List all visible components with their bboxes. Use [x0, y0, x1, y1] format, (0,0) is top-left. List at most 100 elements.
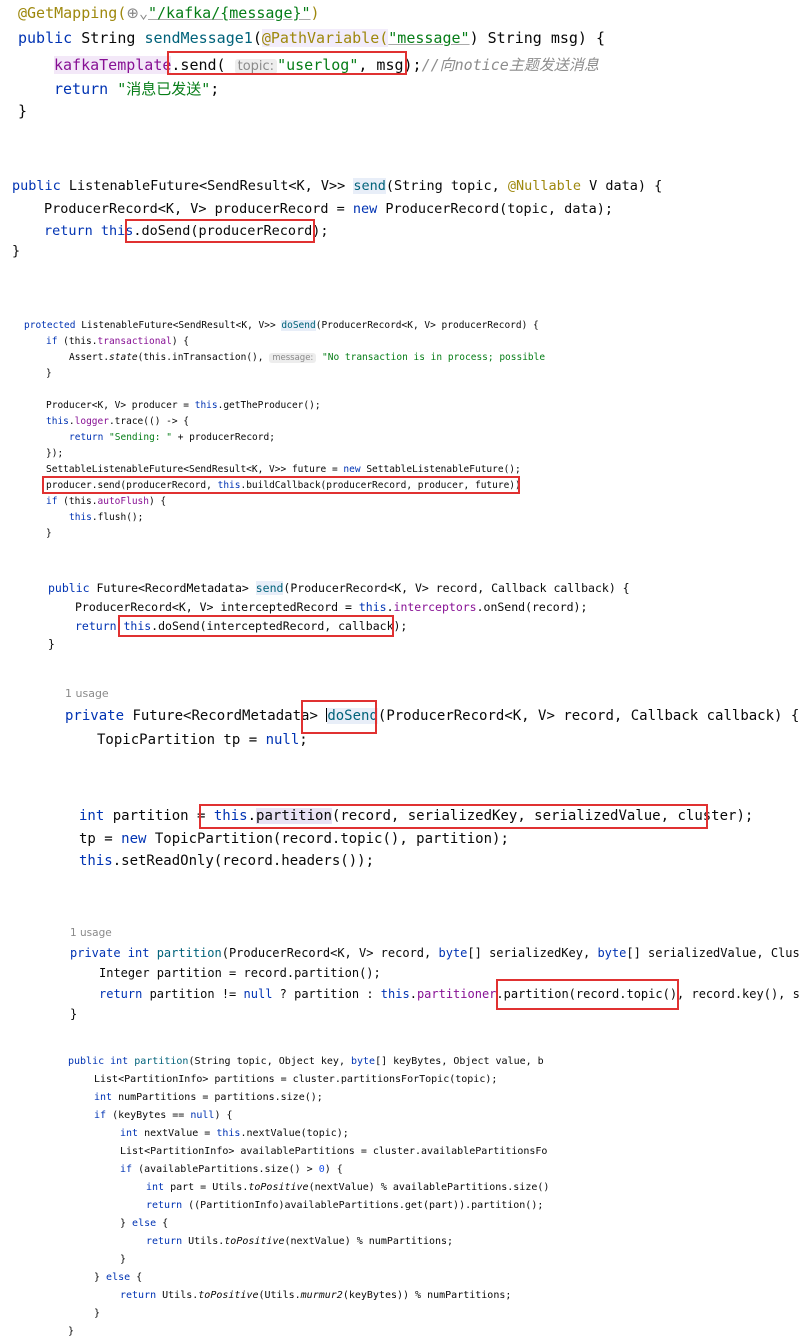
usage-count[interactable]: 1 usage [65, 687, 109, 700]
code-text: ? partition : [272, 987, 381, 1001]
field: autoFlush [97, 496, 149, 507]
code-line: public int partition(String topic, Objec… [68, 1056, 544, 1067]
keyword: int [120, 1128, 139, 1139]
static-method: state [109, 352, 138, 363]
snippet-send-message-controller: @GetMapping(⊕⌄"/kafka/{message}") public… [0, 0, 800, 130]
code-line: ProducerRecord<K, V> interceptedRecord =… [75, 600, 587, 614]
keyword: return [120, 1290, 157, 1301]
keyword: null [265, 732, 300, 748]
code-text: [] serializedKey, [467, 946, 598, 960]
code-line: return "消息已发送"; [54, 78, 219, 99]
snippet-default-partitioner: public int partition(String topic, Objec… [0, 1050, 800, 1344]
keyword: if [94, 1110, 107, 1121]
keyword: public int [68, 1056, 129, 1067]
code-text: tp = [79, 831, 122, 847]
string-literal: "Sending: " [103, 432, 172, 443]
method-name: send [353, 178, 386, 194]
code-line: return Utils.toPositive(nextValue) % num… [146, 1236, 453, 1247]
code-text: part = Utils. [164, 1182, 249, 1193]
code-text: .flush(); [91, 512, 144, 523]
code-text: V data) { [580, 178, 663, 194]
keyword-this: this [216, 1128, 241, 1139]
code-text: .nextValue(topic); [240, 1128, 349, 1139]
code-text: ) { [214, 1110, 233, 1121]
keyword: return [44, 223, 93, 239]
code-text: (keyBytes)) % numPartitions; [342, 1290, 512, 1301]
code-text: + producerRecord; [171, 432, 275, 443]
code-text: (String topic, [385, 178, 508, 194]
code-text: (ProducerRecord<K, V> record, Callback c… [377, 708, 800, 724]
method-name: doSend [281, 320, 316, 331]
code-line: ProducerRecord<K, V> producerRecord = ne… [44, 201, 613, 217]
code-text: } [94, 1272, 107, 1283]
return-type: Future<RecordMetadata> [124, 708, 327, 724]
code-line: protected ListenableFuture<SendResult<K,… [24, 320, 539, 331]
method-name: sendMessage1 [144, 29, 253, 47]
code-text: ProducerRecord<K, V> interceptedRecord = [75, 600, 359, 614]
code-line: } [68, 1326, 74, 1337]
keyword-this: this [69, 512, 92, 523]
code-line: return ((PartitionInfo)availablePartitio… [146, 1200, 543, 1211]
keyword-this: this [380, 987, 410, 1001]
brace: } [46, 528, 52, 539]
code-text: TopicPartition(record.topic(), partition… [146, 831, 509, 847]
highlight-box [167, 51, 407, 75]
keyword: return [146, 1200, 183, 1211]
field: logger [74, 416, 109, 427]
code-line: }); [46, 448, 63, 459]
code-text: .getTheProducer(); [217, 400, 321, 411]
string-literal: "No transaction is in process; possible [316, 352, 546, 363]
code-text: List<PartitionInfo> availablePartitions … [120, 1146, 548, 1157]
annotation-getmapping: @GetMapping( [18, 4, 127, 22]
code-line: } else { [94, 1272, 142, 1283]
code-line: if (this.transactional) { [46, 336, 189, 347]
code-line: Assert.state(this.inTransaction(), messa… [69, 352, 545, 363]
keyword-this: this [194, 400, 218, 411]
code-line: this.setReadOnly(record.headers()); [79, 853, 374, 869]
field: partitioner [416, 987, 497, 1001]
code-line: if (keyBytes == null) { [94, 1110, 233, 1121]
return-type: ListenableFuture<SendResult<K, V>> [75, 320, 282, 331]
code-text: (availablePartitions.size() > [132, 1164, 319, 1175]
code-line: } else { [120, 1218, 168, 1229]
field-kafka-template: kafkaTemplate [54, 56, 172, 74]
code-line: int part = Utils.toPositive(nextValue) %… [146, 1182, 549, 1193]
usage-count[interactable]: 1 usage [70, 927, 112, 939]
keyword: return [99, 987, 143, 1001]
code-text: ((PartitionInfo)availablePartitions.get(… [182, 1200, 544, 1211]
highlight-box [301, 700, 377, 734]
brace: } [120, 1254, 127, 1265]
highlight-box [199, 804, 708, 829]
code-text: }); [46, 448, 64, 459]
keyword: int [146, 1182, 165, 1193]
keyword: return [69, 432, 104, 443]
code-text: Utils. [182, 1236, 225, 1247]
code-text: Integer partition = record.partition(); [99, 966, 381, 980]
brace: } [94, 1308, 101, 1319]
code-line: TopicPartition tp = null; [97, 732, 308, 748]
snippet-kafka-template-send: public ListenableFuture<SendResult<K, V>… [0, 170, 800, 270]
paren: ( [252, 29, 262, 47]
mapping-path: "/kafka/{message}" [147, 4, 311, 22]
code-text: nextValue = [138, 1128, 217, 1139]
code-text: } [120, 1218, 133, 1229]
code-line: private int partition(ProducerRecord<K, … [70, 946, 800, 960]
code-line: this.flush(); [69, 512, 143, 523]
keyword: int [79, 808, 105, 824]
brace: } [68, 1326, 75, 1337]
keyword: byte [351, 1056, 376, 1067]
brace: } [70, 1007, 78, 1021]
code-line: Producer<K, V> producer = this.getThePro… [46, 400, 321, 411]
keyword: byte [597, 946, 627, 960]
keyword: public [12, 178, 61, 194]
code-text: SettableListenableFuture(); [360, 464, 521, 475]
code-text: (this. [57, 496, 98, 507]
code-text: (ProducerRecord<K, V> record, [221, 946, 439, 960]
brace: } [48, 637, 55, 651]
keyword: if [46, 496, 58, 507]
code-line: this.logger.trace(() -> { [46, 416, 189, 427]
keyword: new [121, 831, 147, 847]
code-line: public String sendMessage1(@PathVariable… [18, 29, 605, 47]
code-line: private Future<RecordMetadata> doSend(Pr… [65, 708, 799, 724]
static-method: toPositive [248, 1182, 309, 1193]
